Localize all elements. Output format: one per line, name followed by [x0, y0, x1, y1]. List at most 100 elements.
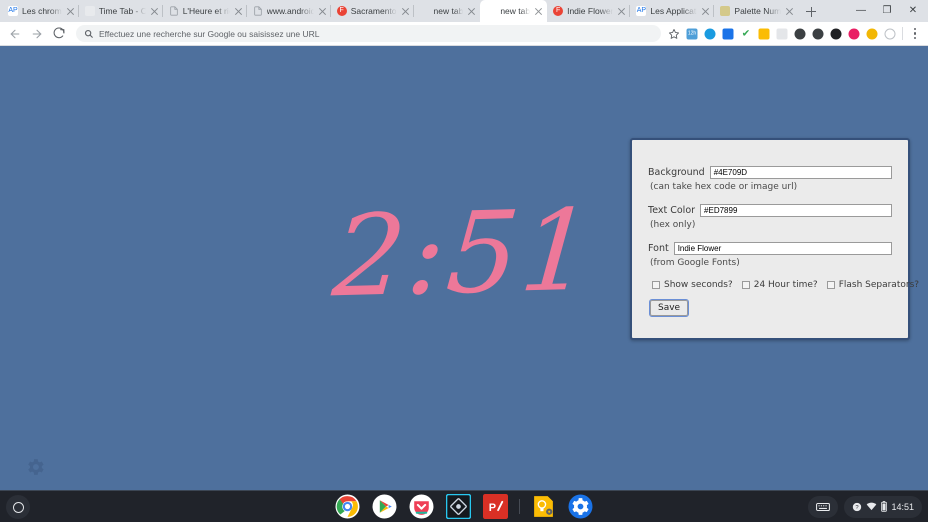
page-content: 2:51 Background #4E709D (can take hex co… [0, 46, 928, 490]
tab-favicon-icon: AP [636, 6, 647, 16]
tab-close-button[interactable] [234, 7, 243, 16]
photo-editor-app-icon[interactable] [445, 493, 472, 520]
bookmark-button[interactable] [665, 25, 683, 43]
tab-close-button[interactable] [534, 7, 543, 16]
tab-close-button[interactable] [150, 7, 159, 16]
sync-extension-icon[interactable] [701, 25, 719, 43]
window-controls: — ❐ ✕ [848, 0, 928, 22]
forward-arrow-icon [32, 29, 42, 38]
shield-extension-icon [776, 28, 788, 39]
page-settings-gear-button[interactable] [24, 456, 46, 478]
prezi-app-icon[interactable]: P [482, 493, 509, 520]
keyboard-button[interactable] [808, 495, 839, 518]
reload-button[interactable] [48, 23, 70, 45]
launcher-circle-icon [12, 501, 24, 513]
checkbox-label-1: 24 Hour time? [753, 280, 818, 290]
tab-7[interactable]: F Indie Flower [547, 0, 631, 22]
shield-extension-icon[interactable] [773, 25, 791, 43]
three-dots-menu-icon [914, 28, 917, 31]
launcher-button[interactable] [6, 495, 30, 519]
tab-favicon-icon [720, 6, 731, 16]
system-shelf: P ? 14:51 [0, 490, 928, 522]
lightbulb-extension-icon [758, 28, 770, 39]
tab-favicon-icon [169, 6, 179, 16]
tab-title: Indie Flower [567, 6, 614, 16]
tab-favicon-icon [420, 6, 430, 16]
tab-close-button[interactable] [785, 7, 794, 16]
close-icon: ✕ [908, 5, 918, 16]
background-input[interactable]: #4E709D [709, 166, 892, 179]
tab-close-button[interactable] [66, 7, 75, 16]
tab-0[interactable]: AP Les chrom [2, 0, 79, 22]
camera-extension-icon[interactable] [827, 25, 845, 43]
chrome-app-icon[interactable] [334, 493, 361, 520]
magenta-dot-extension-icon [848, 28, 860, 39]
font-row: Font Indie Flower [648, 242, 892, 255]
tab-close-button[interactable] [617, 7, 626, 16]
maximize-button[interactable]: ❐ [874, 0, 900, 22]
pocket-app-icon[interactable] [408, 493, 435, 520]
background-hint: (can take hex code or image url) [650, 182, 798, 192]
tab-favicon-icon: F [553, 6, 564, 16]
pocket-extension-icon[interactable] [809, 25, 827, 43]
tab-close-button[interactable] [318, 7, 327, 16]
todoist-extension-icon: 12h [686, 28, 698, 39]
tab-title: L'Heure et rie [182, 6, 230, 16]
camera-extension-icon [830, 28, 842, 39]
star-icon [668, 28, 680, 39]
new-tab-button[interactable] [801, 2, 821, 22]
search-icon [84, 29, 93, 38]
minimize-button[interactable]: — [848, 0, 874, 22]
text-color-input[interactable]: #ED7899 [700, 204, 892, 217]
back-arrow-icon [10, 29, 20, 38]
save-button[interactable]: Save [648, 299, 690, 317]
tab-3[interactable]: www.android [247, 0, 331, 22]
tab-4[interactable]: F Sacramento [331, 0, 414, 22]
todoist-extension-icon[interactable]: 12h [683, 25, 701, 43]
drive-extension-icon [722, 28, 734, 39]
tab-6[interactable]: new tab [480, 0, 548, 22]
screen: AP Les chrom Time Tab - C L'Heure et rie www… [0, 0, 928, 522]
play-store-app-icon[interactable] [371, 493, 398, 520]
chrome-menu-button[interactable] [906, 25, 924, 43]
back-button[interactable] [4, 23, 26, 45]
checkbox-label-2: Flash Separators? [838, 280, 920, 290]
close-window-button[interactable]: ✕ [900, 0, 926, 22]
font-input[interactable]: Indie Flower [673, 242, 892, 255]
tab-close-button[interactable] [701, 7, 710, 16]
tab-8[interactable]: AP Les Applicati [630, 0, 715, 22]
options-checkbox-row: Show seconds? 24 Hour time? Flash Separato… [652, 280, 919, 290]
drive-extension-icon[interactable] [719, 25, 737, 43]
shelf-clock: 14:51 [891, 501, 914, 512]
svg-text:P: P [489, 502, 496, 514]
clock-extension-icon[interactable] [881, 25, 899, 43]
eraser-extension-icon[interactable] [791, 25, 809, 43]
tab-2[interactable]: L'Heure et rie [163, 0, 247, 22]
tab-favicon-icon: AP [8, 6, 18, 16]
lightbulb-extension-icon[interactable] [755, 25, 773, 43]
tab-title: new tab [500, 6, 531, 16]
tab-1[interactable]: Time Tab - C [79, 0, 163, 22]
keep-app-icon[interactable] [530, 493, 557, 520]
checkbox-label-0: Show seconds? [664, 280, 733, 290]
text-color-hint: (hex only) [650, 220, 696, 230]
settings-app-icon[interactable] [567, 493, 594, 520]
forward-button[interactable] [26, 23, 48, 45]
tab-favicon-icon [84, 6, 95, 16]
tab-strip: AP Les chrom Time Tab - C L'Heure et rie www… [0, 0, 928, 22]
tab-5[interactable]: new tab [414, 0, 481, 22]
honey-extension-icon[interactable] [863, 25, 881, 43]
checkbox-1[interactable] [741, 281, 750, 289]
tab-close-button[interactable] [401, 7, 410, 16]
tab-9[interactable]: Palette Num [714, 0, 798, 22]
checkbox-2[interactable] [826, 281, 835, 289]
status-tray-button[interactable]: ? 14:51 [844, 495, 922, 518]
tab-close-button[interactable] [467, 7, 476, 16]
help-icon: ? [853, 502, 862, 511]
grammar-check-extension-icon[interactable]: ✔ [737, 25, 755, 43]
background-row: Background #4E709D [648, 166, 892, 179]
magenta-dot-extension-icon[interactable] [845, 25, 863, 43]
address-bar[interactable]: Effectuez une recherche sur Google ou sa… [76, 25, 661, 42]
checkbox-0[interactable] [652, 281, 660, 289]
browser-toolbar: Effectuez une recherche sur Google ou sa… [0, 22, 928, 46]
